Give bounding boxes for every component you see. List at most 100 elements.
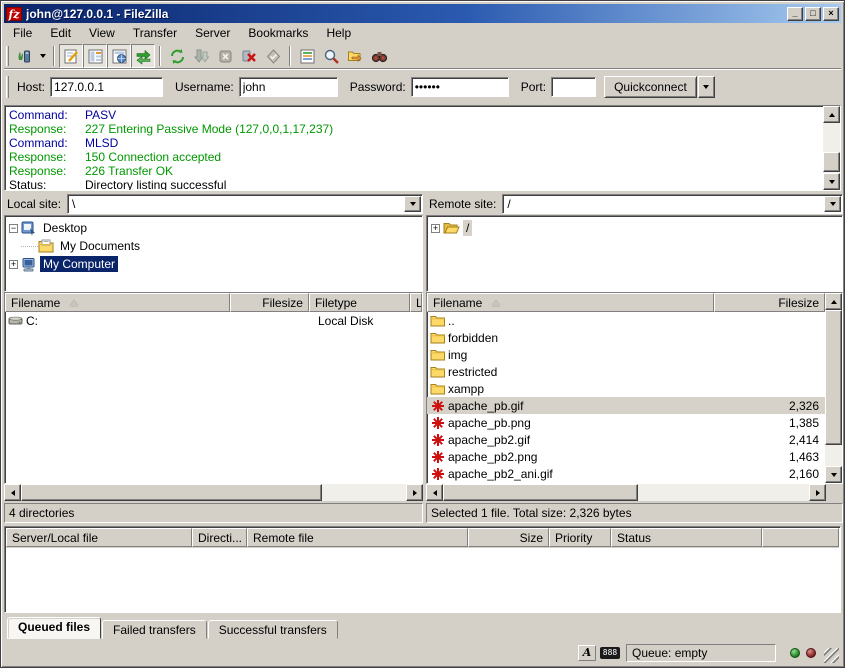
expand-icon[interactable]: + — [431, 224, 440, 233]
scroll-left-button[interactable] — [426, 484, 443, 501]
scroll-right-button[interactable] — [809, 484, 826, 501]
remote-file-list[interactable]: Filename Filesize .. forbidden img restr… — [426, 292, 843, 484]
host-input[interactable] — [50, 77, 163, 97]
file-row[interactable]: apache_pb2.gif 2,414 — [427, 431, 825, 448]
column-header-filesize[interactable]: Filesize — [714, 293, 825, 312]
scroll-down-button[interactable] — [823, 173, 840, 190]
tree-item-desktop[interactable]: − Desktop — [9, 219, 422, 237]
maximize-button[interactable]: □ — [805, 7, 821, 21]
column-header-server-local-file[interactable]: Server/Local file — [6, 528, 192, 547]
quickconnect-dropdown[interactable] — [698, 76, 715, 98]
column-header-filetype[interactable]: Filetype — [309, 293, 410, 312]
title-bar[interactable]: fz john@127.0.0.1 - FileZilla _ □ × — [4, 4, 841, 23]
username-input[interactable] — [239, 77, 338, 97]
scroll-down-button[interactable] — [825, 466, 842, 483]
scroll-up-button[interactable] — [825, 293, 842, 310]
folder-row[interactable]: .. — [427, 312, 825, 329]
tab-failed-transfers[interactable]: Failed transfers — [102, 620, 207, 639]
folder-row[interactable]: xampp — [427, 380, 825, 397]
local-tree[interactable]: − Desktop My Documents + My Computer — [4, 215, 423, 292]
remote-site-combo[interactable]: / — [502, 194, 843, 214]
password-label: Password: — [350, 80, 406, 94]
tree-item-root[interactable]: + / — [431, 219, 842, 237]
scroll-thumb[interactable] — [823, 152, 840, 172]
combo-dropdown-button[interactable] — [824, 196, 841, 212]
password-input[interactable] — [411, 77, 509, 97]
menu-server[interactable]: Server — [186, 24, 239, 42]
column-header-remote-file[interactable]: Remote file — [247, 528, 468, 547]
cancel-current-operation-button[interactable] — [213, 44, 237, 68]
collapse-icon[interactable]: − — [9, 224, 18, 233]
file-row[interactable]: apache_pb2_ani.gif 2,160 — [427, 465, 825, 482]
local-site-combo[interactable]: \ — [67, 194, 423, 214]
synchronized-browsing-button[interactable] — [343, 44, 367, 68]
directory-comparison-button[interactable] — [319, 44, 343, 68]
cell-filetype: Local Disk — [312, 314, 414, 328]
scroll-up-button[interactable] — [823, 106, 840, 123]
local-horizontal-scrollbar[interactable] — [4, 484, 423, 501]
site-manager-dropdown[interactable] — [36, 44, 49, 68]
file-row-selected[interactable]: apache_pb.gif 2,326 — [427, 397, 825, 414]
column-header-status[interactable]: Status — [611, 528, 762, 547]
file-row-c-drive[interactable]: C: Local Disk — [5, 312, 422, 329]
menu-bookmarks[interactable]: Bookmarks — [239, 24, 317, 42]
folder-row[interactable]: img — [427, 346, 825, 363]
disconnect-button[interactable] — [237, 44, 261, 68]
folder-row[interactable]: forbidden — [427, 329, 825, 346]
speed-limits-icon[interactable]: 888 — [600, 647, 620, 659]
remote-vertical-scrollbar[interactable] — [825, 293, 842, 483]
tree-item-label[interactable]: My Computer — [40, 256, 118, 272]
file-row[interactable]: apache_pb.png 1,385 — [427, 414, 825, 431]
scroll-thumb[interactable] — [825, 310, 842, 445]
quickconnect-button[interactable]: Quickconnect — [604, 76, 697, 98]
message-log[interactable]: Command:PASV Response:227 Entering Passi… — [4, 105, 841, 191]
tree-item-my-documents[interactable]: My Documents — [9, 237, 422, 255]
log-scrollbar[interactable] — [823, 106, 840, 190]
find-files-button[interactable] — [367, 44, 391, 68]
scroll-right-button[interactable] — [406, 484, 423, 501]
close-button[interactable]: × — [823, 7, 839, 21]
local-file-list[interactable]: Filename Filesize Filetype L C: Local Di… — [4, 292, 423, 484]
toggle-local-tree-button[interactable] — [83, 44, 107, 68]
remote-horizontal-scrollbar[interactable] — [426, 484, 826, 501]
column-header-filename[interactable]: Filename — [427, 293, 714, 312]
scroll-thumb[interactable] — [21, 484, 322, 501]
file-row[interactable]: apache_pb2.png 1,463 — [427, 448, 825, 465]
menu-file[interactable]: File — [4, 24, 41, 42]
tree-item-label[interactable]: Desktop — [40, 220, 90, 236]
tab-successful-transfers[interactable]: Successful transfers — [208, 620, 338, 639]
toggle-message-log-button[interactable] — [59, 44, 83, 68]
menu-transfer[interactable]: Transfer — [124, 24, 186, 42]
process-queue-button[interactable] — [189, 44, 213, 68]
folder-row[interactable]: restricted — [427, 363, 825, 380]
abort-transfer-button[interactable] — [261, 44, 285, 68]
toggle-transfer-queue-button[interactable] — [131, 44, 155, 68]
remote-tree[interactable]: + / — [426, 215, 843, 292]
tab-queued-files[interactable]: Queued files — [7, 617, 101, 639]
scroll-thumb[interactable] — [443, 484, 638, 501]
minimize-button[interactable]: _ — [787, 7, 803, 21]
expand-icon[interactable]: + — [9, 260, 18, 269]
column-header-size[interactable]: Size — [468, 528, 549, 547]
menu-help[interactable]: Help — [317, 24, 360, 42]
column-header-priority[interactable]: Priority — [549, 528, 611, 547]
column-header-filename[interactable]: Filename — [5, 293, 230, 312]
port-input[interactable] — [551, 77, 596, 97]
transfer-type-icon[interactable]: A — [578, 645, 596, 661]
menu-view[interactable]: View — [80, 24, 124, 42]
toggle-remote-tree-button[interactable] — [107, 44, 131, 68]
menu-edit[interactable]: Edit — [41, 24, 80, 42]
column-header-filesize[interactable]: Filesize — [230, 293, 309, 312]
scroll-left-button[interactable] — [4, 484, 21, 501]
column-header-direction[interactable]: Directi... — [192, 528, 247, 547]
tree-item-label[interactable]: / — [463, 220, 472, 236]
column-header-last-modified[interactable]: L — [410, 293, 422, 312]
resize-grip[interactable] — [824, 648, 839, 663]
combo-dropdown-button[interactable] — [404, 196, 421, 212]
refresh-button[interactable] — [165, 44, 189, 68]
tree-item-label[interactable]: My Documents — [57, 238, 143, 254]
tree-item-my-computer[interactable]: + My Computer — [9, 255, 422, 273]
transfer-queue[interactable]: Server/Local file Directi... Remote file… — [4, 526, 841, 613]
site-manager-button[interactable] — [12, 44, 36, 68]
filter-button[interactable] — [295, 44, 319, 68]
